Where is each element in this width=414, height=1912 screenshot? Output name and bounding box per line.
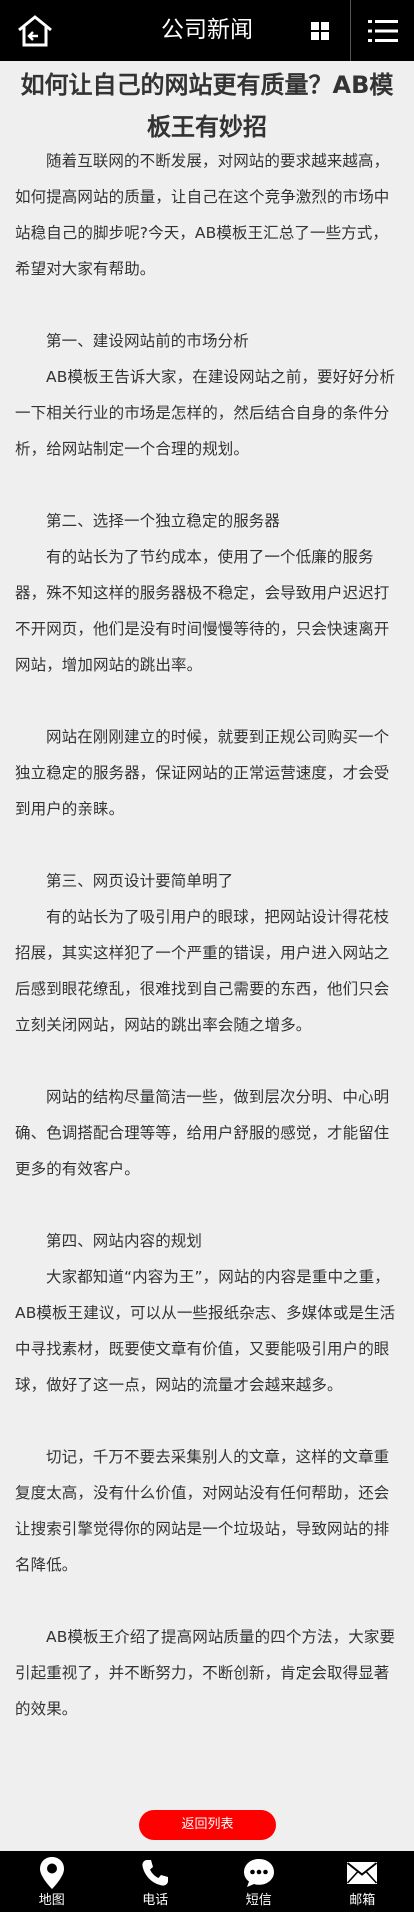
grid-icon: [311, 21, 329, 40]
category-grid-button[interactable]: [290, 0, 350, 61]
footer-item-sms[interactable]: 短信: [207, 1851, 311, 1912]
article-paragraph: 第二、选择一个独立稳定的服务器: [46, 512, 281, 530]
mail-icon: [347, 1862, 378, 1884]
menu-icon: [367, 19, 398, 42]
footer-label-map: 地图: [38, 1893, 65, 1908]
footer-label-phone: 电话: [142, 1893, 169, 1908]
footer-item-mail[interactable]: 邮箱: [311, 1851, 414, 1912]
sms-icon: [243, 1859, 274, 1887]
article-paragraph: 切记，千万不要去采集别人的文章，这样的文章重复度太高，没有什么价值，对网站没有任…: [15, 1448, 390, 1574]
top-header: 公司新闻: [0, 0, 414, 61]
article-paragraph: 网站在刚刚建立的时候，就要到正规公司购买一个独立稳定的服务器，保证网站的正常运营…: [15, 728, 390, 818]
page-title: 公司新闻: [161, 17, 253, 43]
article-paragraph: 第三、网页设计要简单明了: [46, 872, 234, 890]
map-pin-icon: [39, 1857, 64, 1889]
footer-item-map[interactable]: 地图: [0, 1851, 104, 1912]
menu-button[interactable]: [351, 0, 414, 61]
article-paragraph: 网站的结构尽量简洁一些，做到层次分明、中心明确、色调搭配合理等等，给用户舒服的感…: [15, 1088, 390, 1178]
article-paragraph: 有的站长为了吸引用户的眼球，把网站设计得花枝招展，其实这样犯了一个严重的错误，用…: [15, 908, 390, 1034]
article-paragraph: AB模板王告诉大家，在建设网站之前，要好好分析一下相关行业的市场是怎样的，然后结…: [15, 368, 396, 458]
article-paragraph: 第一、建设网站前的市场分析: [46, 332, 249, 350]
article-paragraph: 大家都知道“内容为王”，网站的内容是重中之重，AB模板王建议，可以从一些报纸杂志…: [15, 1268, 396, 1394]
article-title: 如何让自己的网站更有质量？AB模板王有妙招: [20, 71, 394, 141]
article-paragraph: AB模板王介绍了提高网站质量的四个方法，大家要引起重视了，并不断努力，不断创新，…: [15, 1628, 396, 1718]
home-back-icon: [18, 14, 52, 46]
phone-icon: [142, 1860, 169, 1886]
article-paragraph: 有的站长为了节约成本，使用了一个低廉的服务器，殊不知这样的服务器极不稳定，会导致…: [15, 548, 390, 674]
article-paragraph: 随着互联网的不断发展，对网站的要求越来越高，如何提高网站的质量，让自己在这个竞争…: [15, 152, 390, 278]
article-paragraph: 第四、网站内容的规划: [46, 1232, 203, 1250]
footer-label-sms: 短信: [245, 1893, 272, 1908]
article-body: 随着互联网的不断发展，对网站的要求越来越高，如何提高网站的质量，让自己在这个竞争…: [15, 143, 398, 1727]
footer-item-phone[interactable]: 电话: [104, 1851, 208, 1912]
footer-label-mail: 邮箱: [349, 1893, 376, 1908]
back-home-button[interactable]: [0, 0, 70, 61]
bottom-nav: 地图 电话 短信 邮箱: [0, 1851, 414, 1912]
back-to-list-button[interactable]: 返回列表: [139, 1810, 276, 1840]
